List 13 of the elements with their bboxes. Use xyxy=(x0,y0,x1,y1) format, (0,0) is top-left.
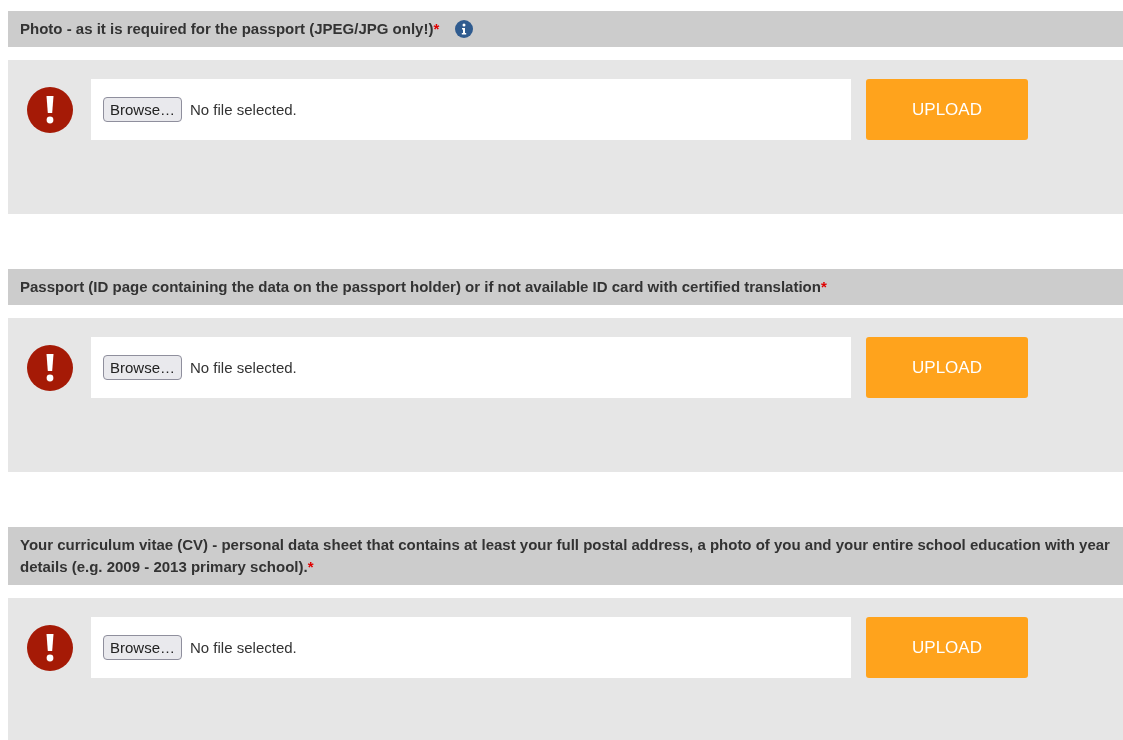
info-icon[interactable] xyxy=(455,20,474,38)
file-status: No file selected. xyxy=(190,101,297,118)
file-field[interactable]: Browse… No file selected. xyxy=(91,337,851,398)
file-field[interactable]: Browse… No file selected. xyxy=(91,617,851,678)
section-title: Passport (ID page containing the data on the passport holder) or if not available ID card with certified translation* xyxy=(20,277,827,297)
file-status: No file selected. xyxy=(190,359,297,376)
section-title: Photo - as it is required for the passport (JPEG/JPG only!)* xyxy=(20,19,440,39)
browse-button[interactable]: Browse… xyxy=(103,635,183,660)
file-status: No file selected. xyxy=(190,639,297,656)
browse-button[interactable]: Browse… xyxy=(103,97,183,122)
file-field[interactable]: Browse… No file selected. xyxy=(91,79,851,140)
section-title: Your curriculum vitae (CV) - personal data sheet that contains at least your full postal address, a photo of you and your entire school education with year details (e.g. 2009 - 2013 primary school).* xyxy=(20,535,1111,577)
browse-button[interactable]: Browse… xyxy=(103,355,183,380)
